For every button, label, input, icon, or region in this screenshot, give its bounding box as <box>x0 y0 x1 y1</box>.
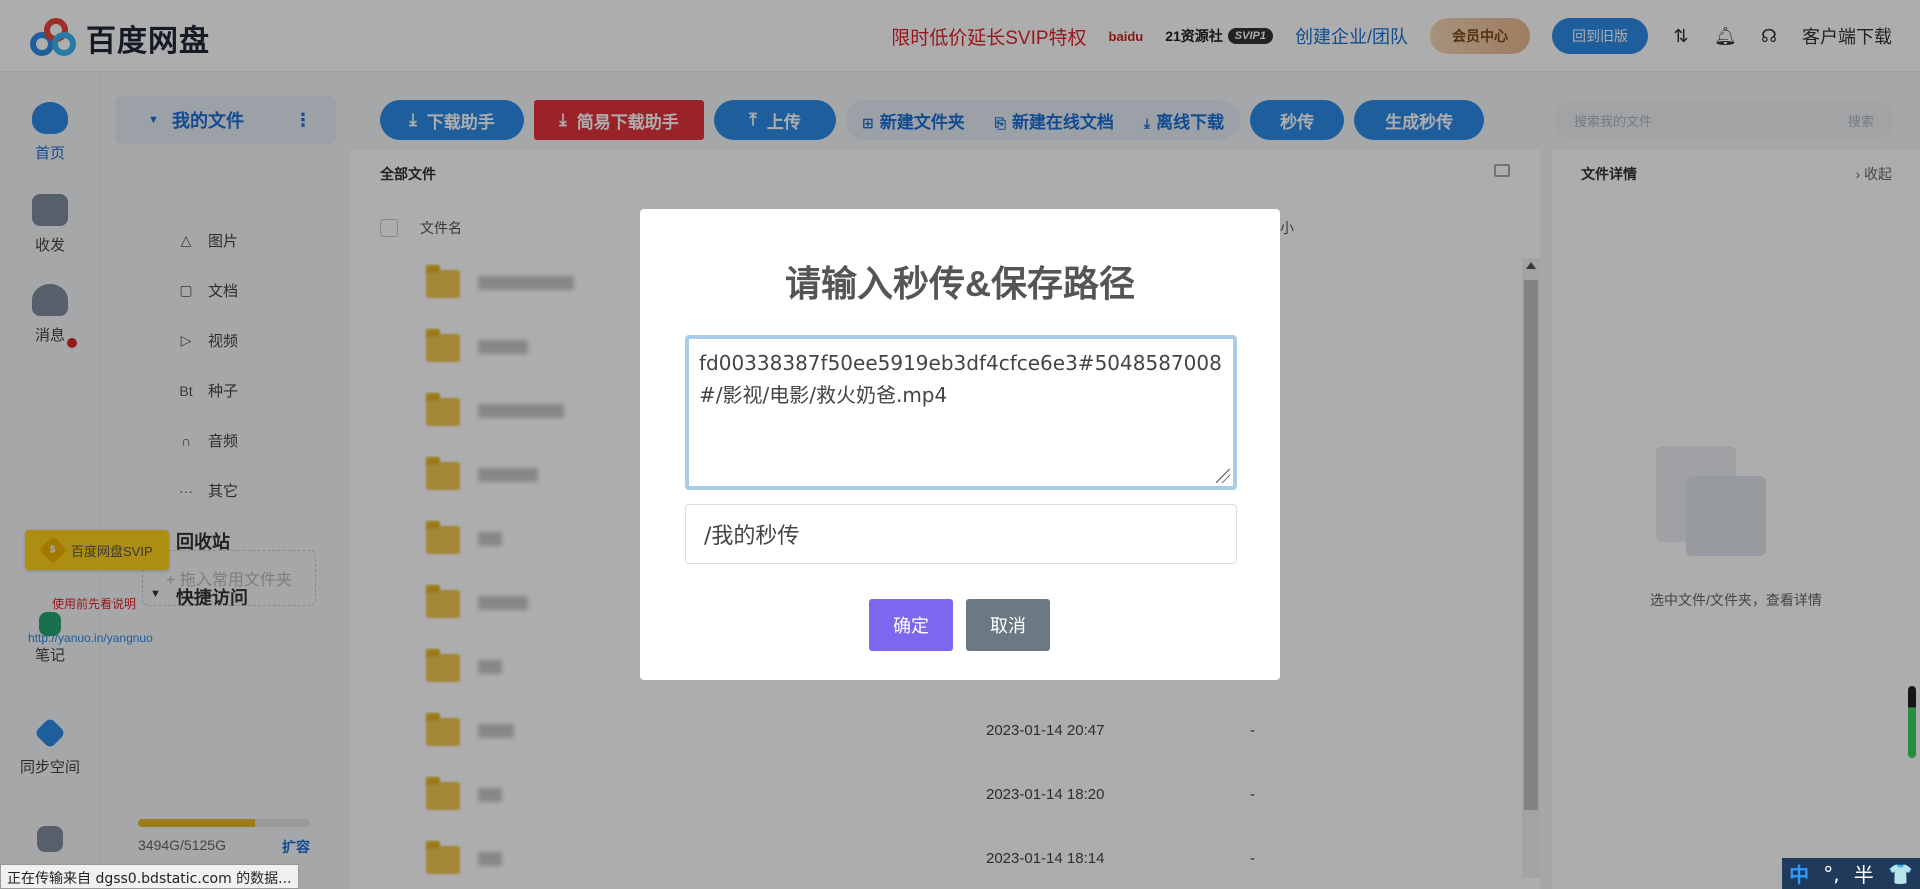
cancel-button[interactable]: 取消 <box>966 599 1050 651</box>
ime-toolbar[interactable]: 中 °, 半 👕 <box>1782 858 1920 889</box>
ime-skin-icon[interactable]: 👕 <box>1888 862 1913 886</box>
ime-halfwidth[interactable]: 半 <box>1854 859 1874 888</box>
confirm-button[interactable]: 确定 <box>869 599 953 651</box>
save-path-input[interactable] <box>685 504 1237 564</box>
ime-chinese-mode[interactable]: 中 <box>1789 859 1809 888</box>
browser-status-bar: 正在传输来自 dgss0.bdstatic.com 的数据... <box>0 864 299 889</box>
resize-grip-icon[interactable] <box>1216 469 1230 483</box>
instant-code-textarea[interactable] <box>685 335 1237 490</box>
instant-transfer-dialog: 请输入秒传&保存路径 确定 取消 <box>640 209 1280 680</box>
ime-punctuation[interactable]: °, <box>1823 862 1839 886</box>
dialog-title: 请输入秒传&保存路径 <box>785 263 1135 304</box>
